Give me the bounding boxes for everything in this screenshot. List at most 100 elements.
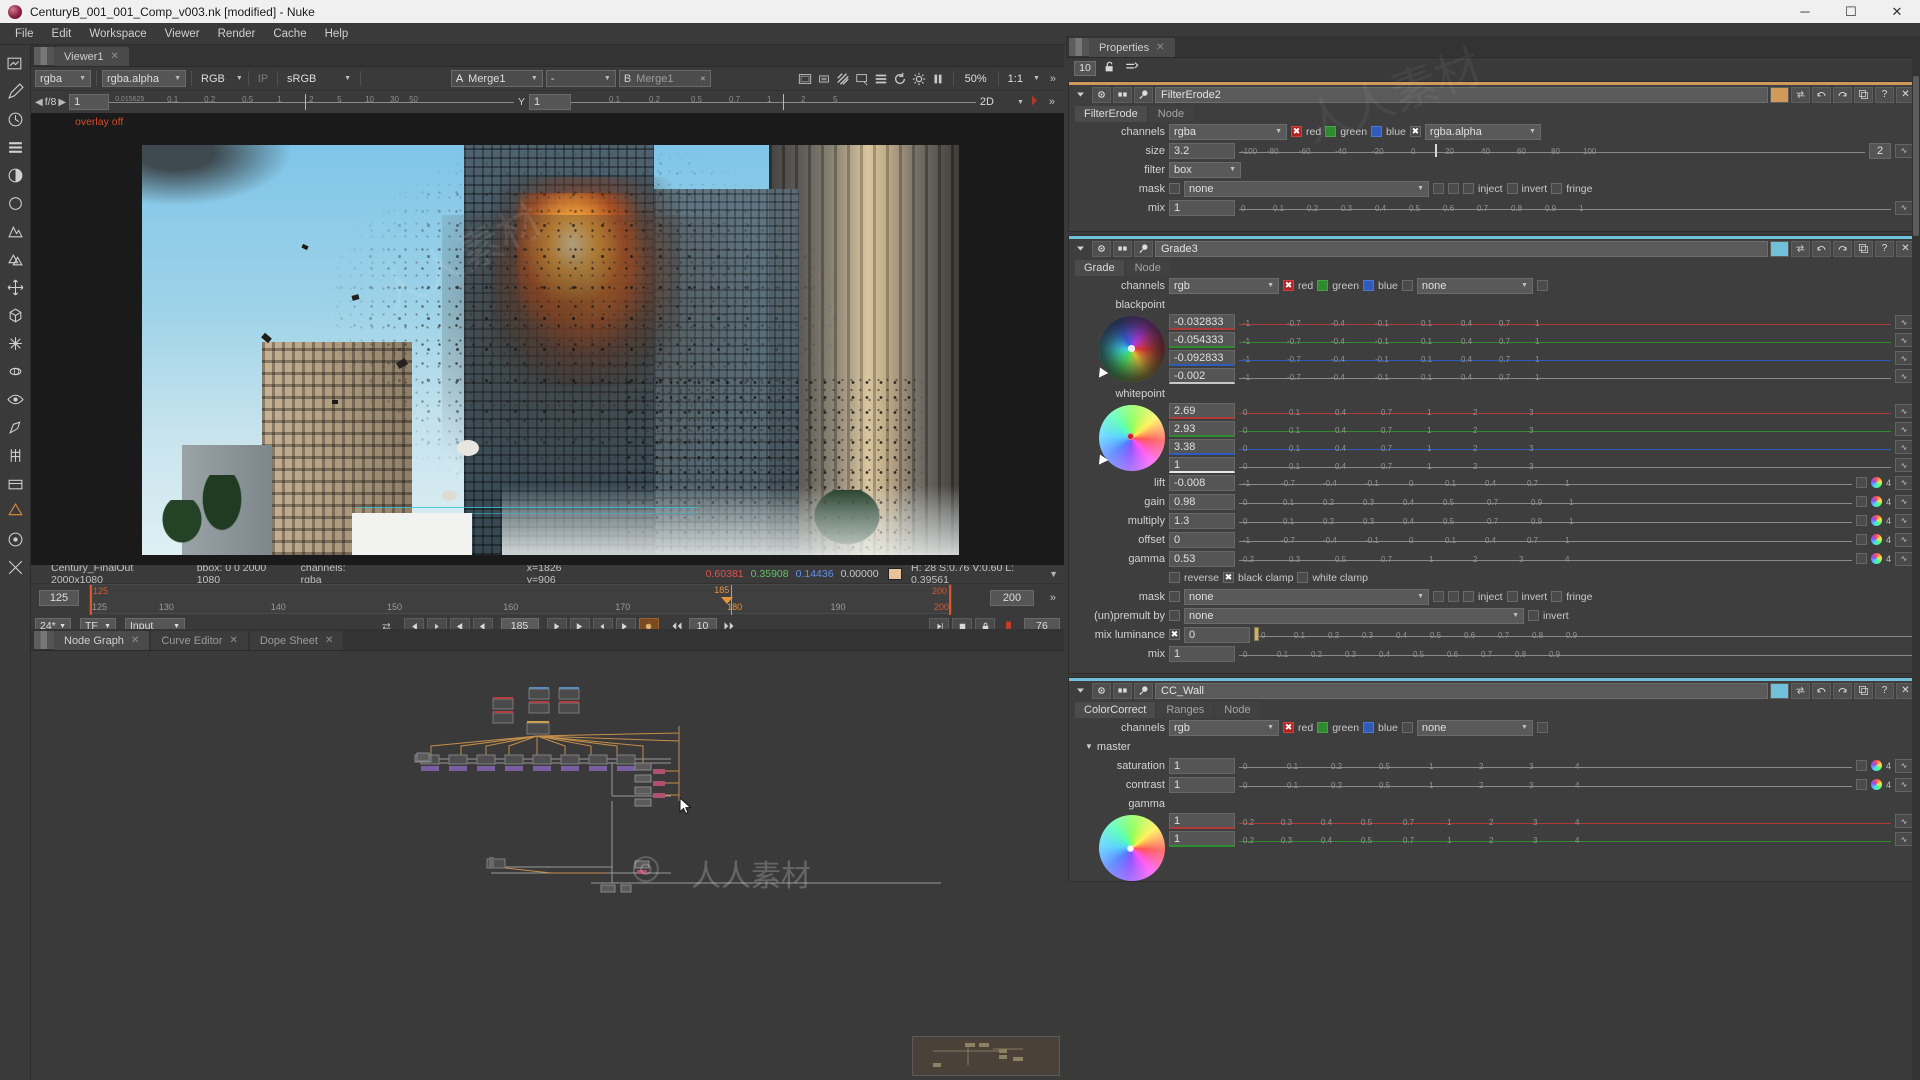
whitepoint-a-slider[interactable]: 0 0.1 0.4 0.7 12 3	[1239, 458, 1891, 473]
keyer-icon[interactable]	[0, 217, 31, 245]
mask-enable-checkbox[interactable]	[1169, 183, 1180, 194]
black-clamp-checkbox[interactable]: ✖	[1223, 572, 1235, 583]
tab-viewer1[interactable]: Viewer1 ✕	[54, 47, 129, 66]
cc-gamma-g-field[interactable]: 1	[1169, 831, 1235, 847]
grade-mask-swatch-a[interactable]	[1433, 591, 1444, 602]
gain-anim-button[interactable]	[1855, 496, 1867, 507]
blackpoint-a-curve[interactable]: ∿	[1895, 369, 1913, 383]
green-checkbox[interactable]	[1317, 722, 1329, 733]
cc-gamma-r-curve[interactable]: ∿	[1895, 814, 1913, 828]
transform-icon[interactable]	[0, 273, 31, 301]
input-a-dropdown[interactable]: A Merge1 ▼	[450, 70, 543, 87]
contrast-slider[interactable]: 0 0.1 0.2 0.5 12 34	[1239, 777, 1852, 792]
contrast-field[interactable]: 1	[1169, 776, 1235, 793]
gizmo-icon[interactable]	[0, 525, 31, 553]
color-icon[interactable]	[0, 161, 31, 189]
blue-checkbox[interactable]	[1363, 722, 1375, 733]
undo-icon[interactable]	[1812, 86, 1831, 103]
gamma-color-dot[interactable]	[1870, 553, 1882, 564]
menu-help[interactable]: Help	[316, 25, 358, 43]
time-icon[interactable]	[0, 105, 31, 133]
multiply-field[interactable]: 1.3	[1169, 512, 1235, 529]
channel-icon[interactable]	[0, 133, 31, 161]
gamma-curve-button[interactable]: ∿	[1895, 551, 1913, 566]
whitepoint-wheel-handle[interactable]	[1094, 454, 1109, 468]
blackpoint-b-field[interactable]: -0.092833	[1169, 350, 1235, 366]
offset-slider[interactable]: -1 -0.7 -0.4 -0.1 0 0.1 0.4 0.7 1	[1239, 532, 1852, 547]
node-color-icon[interactable]	[1770, 682, 1789, 699]
grade-mask-checkbox[interactable]	[1401, 280, 1413, 291]
size-curve-button[interactable]: ∿	[1895, 143, 1913, 158]
saturation-color-dot[interactable]	[1870, 760, 1882, 771]
tab-node-graph[interactable]: Node Graph ✕	[54, 631, 150, 650]
cc-mask-swatch[interactable]	[1536, 722, 1548, 733]
close-all-icon[interactable]	[1124, 60, 1139, 77]
mixlum-checkbox[interactable]: ✖	[1169, 629, 1180, 640]
copy-icon[interactable]	[1854, 240, 1873, 257]
minimize-button[interactable]: ─	[1782, 0, 1828, 23]
filter-dropdown[interactable]: box ▼	[1169, 161, 1241, 178]
premult-invert-checkbox[interactable]	[1528, 610, 1539, 621]
saturation-anim-button[interactable]	[1855, 760, 1867, 771]
swap-icon[interactable]	[1791, 240, 1810, 257]
grade-name-field[interactable]: Grade3	[1155, 240, 1768, 257]
redo-icon[interactable]	[1833, 682, 1852, 699]
mask-swatch-b[interactable]	[1448, 183, 1459, 194]
multiply-curve-button[interactable]: ∿	[1895, 513, 1913, 528]
mixlum-slider[interactable]: 0 0.1 0.2 0.3 0.4 0.5 0.6 0.7 0.8 0.9	[1254, 627, 1913, 642]
alpha-channel-dropdown[interactable]: rgba.alpha ▼	[1424, 123, 1541, 140]
contrast-curve-button[interactable]: ∿	[1895, 777, 1913, 792]
tab-filtererode[interactable]: FilterErode	[1075, 106, 1147, 122]
blackpoint-b-slider[interactable]: -1 -0.7 -0.4 -0.1 0.1 0.4 0.7 1	[1239, 351, 1891, 366]
redo-icon[interactable]	[1833, 86, 1852, 103]
size-end-field[interactable]: 2	[1869, 142, 1891, 159]
red-checkbox[interactable]: ✖	[1283, 722, 1294, 733]
grade-mix-field[interactable]: 1	[1169, 645, 1235, 662]
redo-icon[interactable]	[1833, 240, 1852, 257]
3d-icon[interactable]	[0, 301, 31, 329]
blackpoint-wheel-cursor[interactable]	[1128, 345, 1135, 352]
reverse-checkbox[interactable]	[1169, 572, 1180, 583]
operation-dropdown[interactable]: - ▼	[545, 70, 616, 87]
close-icon[interactable]: ✕	[131, 635, 139, 646]
gain-field[interactable]: 0.98	[1169, 493, 1235, 510]
red-checkbox[interactable]: ✖	[1291, 126, 1302, 137]
blackpoint-b-curve[interactable]: ∿	[1895, 351, 1913, 365]
cc-mask-dropdown[interactable]: none ▼	[1416, 719, 1533, 736]
layer-dropdown[interactable]: rgba.alpha ▼	[102, 70, 186, 87]
timeline-out-field[interactable]: 200	[990, 590, 1034, 606]
blackpoint-r-slider[interactable]: -1 -0.7 -0.4 -0.1 0.1 0.4 0.7 1	[1239, 315, 1891, 330]
gain-field[interactable]: 1	[69, 94, 110, 110]
particles-icon[interactable]	[0, 329, 31, 357]
gain-slider[interactable]: 0 0.1 0.2 0.3 0.4 0.5 0.7 0.9 1	[1239, 494, 1852, 509]
multiply-color-dot[interactable]	[1870, 515, 1882, 526]
wrench-icon[interactable]	[1134, 86, 1153, 103]
gain-slider[interactable]: 0.015625 0.1 0.2 0.5 1 2 5 10 30 50	[109, 94, 514, 110]
blackpoint-g-field[interactable]: -0.054333	[1169, 332, 1235, 348]
help-icon[interactable]: ?	[1875, 240, 1894, 257]
wrench-icon[interactable]	[1134, 240, 1153, 257]
gamma-field[interactable]: 1	[529, 94, 571, 110]
whitepoint-r-curve[interactable]: ∿	[1895, 404, 1913, 418]
expand-icon[interactable]: ▼	[1085, 742, 1093, 751]
metadata-icon[interactable]	[0, 413, 31, 441]
lift-curve-button[interactable]: ∿	[1895, 475, 1913, 490]
node-graph-grip[interactable]	[34, 631, 54, 649]
cc-gamma-wheel-cursor[interactable]	[1127, 845, 1134, 852]
gamma-slider[interactable]: 0.1 0.2 0.5 0.7 1 2 5	[571, 94, 976, 110]
viewer-roi-icon[interactable]	[853, 69, 872, 88]
tab-node[interactable]: Node	[1148, 106, 1194, 122]
contrast-color-dot[interactable]	[1870, 779, 1882, 790]
tab-grade[interactable]: Grade	[1075, 260, 1124, 276]
node-color-icon[interactable]	[1770, 240, 1789, 257]
whitepoint-g-slider[interactable]: 0 0.1 0.4 0.7 12 3	[1239, 422, 1891, 437]
gain-curve-button[interactable]: ∿	[1895, 494, 1913, 509]
grade-mask-swatch[interactable]	[1536, 280, 1548, 291]
size-slider[interactable]: -100 -80 -60 -40 -20 0 20 40 60 80 100	[1239, 143, 1865, 158]
close-button[interactable]: ✕	[1874, 0, 1920, 23]
timeline-more-icon[interactable]: »	[1050, 592, 1056, 604]
cc-channels-dropdown[interactable]: rgb ▼	[1169, 719, 1279, 736]
wrench-icon[interactable]	[1134, 682, 1153, 699]
premult-dropdown[interactable]: none ▼	[1184, 607, 1524, 624]
draw-icon[interactable]	[0, 77, 31, 105]
